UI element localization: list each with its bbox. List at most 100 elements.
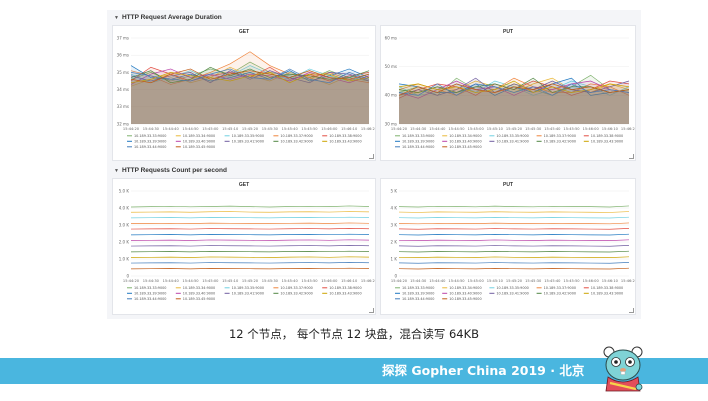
- x-tick-label: 15:44:30: [143, 279, 160, 283]
- panel-duration-put[interactable]: PUT 60 ms 50 ms 40 ms 30 ms 15:44:20 15:44:30…: [380, 25, 636, 161]
- y-tick-label: 40 ms: [385, 93, 397, 98]
- legend-entry: 10.189.33.42:9000: [544, 140, 576, 144]
- series-line: [130, 216, 370, 219]
- y-tick-label: 1.0 K: [119, 256, 130, 261]
- series-line: [398, 262, 630, 264]
- series-line: [398, 256, 630, 258]
- x-tick-label: 15:45:50: [563, 279, 580, 283]
- legend-entry: 10.189.33.43:9000: [591, 292, 623, 296]
- legend-entry: 10.189.33.37:9000: [280, 286, 312, 290]
- x-tick-label: 15:45:50: [301, 279, 318, 283]
- chart-svg: 5 K 4 K 3 K 2 K 1 K 015:44:20 15:44:30 15:44:40…: [391, 188, 635, 301]
- chart-svg: 60 ms50 ms40 ms30 ms15:44:20 15:44:30 15:4…: [385, 35, 635, 149]
- footer-text: 探探 Gopher China 2019 · 北京: [382, 363, 585, 378]
- y-tick-label: 50 ms: [385, 64, 397, 69]
- y-tick-label: 33 ms: [117, 104, 129, 109]
- row-title-duration: HTTP Request Average Duration: [121, 14, 222, 21]
- legend-entry: 10.189.33.35:9000: [232, 286, 264, 290]
- legend-entry: 10.189.33.39:9000: [134, 140, 166, 144]
- x-tick-label: 15:46:10: [602, 279, 619, 283]
- x-tick-label: 15:46:00: [321, 279, 338, 283]
- row-title-count: HTTP Requests Count per second: [121, 167, 227, 174]
- chevron-down-icon[interactable]: ▼: [114, 15, 119, 21]
- chevron-down-icon[interactable]: ▼: [114, 168, 119, 174]
- y-tick-label: 2.0 K: [119, 239, 130, 244]
- x-tick-label: 15:46:20: [361, 279, 375, 283]
- legend-entry: 10.189.33.42:9000: [544, 292, 576, 296]
- y-tick-label: 32 ms: [117, 121, 129, 126]
- legend-entry: 10.189.33.38:9000: [329, 286, 361, 290]
- x-tick-label: 15:46:20: [621, 279, 635, 283]
- legend-entry: 10.189.33.41:9000: [496, 292, 528, 296]
- x-tick-label: 15:45:00: [202, 279, 219, 283]
- y-tick-label: 5 K: [391, 188, 398, 193]
- series-line: [130, 211, 370, 213]
- legend-entry: 10.189.33.39:9000: [134, 292, 166, 296]
- panel-duration-get[interactable]: GET 37 ms 36 ms 35 ms 34 ms 33 ms 32 ms 15:44:…: [112, 25, 376, 161]
- series-line: [130, 205, 370, 208]
- x-tick-label: 15:46:00: [583, 127, 600, 131]
- legend-entry: 10.189.33.35:9000: [232, 134, 264, 138]
- y-tick-label: 2 K: [391, 239, 398, 244]
- row-header-duration[interactable]: ▼ HTTP Request Average Duration: [114, 14, 222, 21]
- x-tick-label: 15:45:40: [282, 279, 299, 283]
- legend-entry: 10.189.33.41:9000: [232, 140, 264, 144]
- legend-entry: 10.189.33.41:9000: [232, 292, 264, 296]
- y-tick-label: 35 ms: [117, 70, 129, 75]
- x-tick-label: 15:44:30: [143, 127, 160, 131]
- y-tick-label: 3.0 K: [119, 222, 130, 227]
- x-tick-label: 15:45:30: [262, 279, 279, 283]
- y-tick-label: 34 ms: [117, 87, 129, 92]
- x-tick-label: 15:45:10: [487, 279, 504, 283]
- legend-entry: 10.189.33.45:9000: [449, 145, 481, 149]
- x-tick-label: 15:45:00: [468, 279, 485, 283]
- x-tick-label: 15:45:30: [525, 279, 542, 283]
- x-tick-label: 15:46:00: [321, 127, 338, 131]
- y-tick-label: 5.0 K: [119, 188, 130, 193]
- x-tick-label: 15:45:30: [262, 127, 279, 131]
- legend-entry: 10.189.33.34:9000: [183, 134, 215, 138]
- legend-entry: 10.189.33.44:9000: [402, 145, 434, 149]
- legend-entry: 10.189.33.33:9000: [134, 286, 166, 290]
- x-tick-label: 15:45:30: [525, 127, 542, 131]
- chart-svg: 37 ms36 ms35 ms34 ms33 ms32 ms15:44:20 15…: [117, 35, 375, 149]
- legend-entry: 10.189.33.44:9000: [134, 145, 166, 149]
- x-tick-label: 15:45:20: [242, 279, 259, 283]
- y-tick-label: 3 K: [391, 222, 398, 227]
- y-tick-label: 60 ms: [385, 35, 397, 40]
- slide-caption: 12 个节点， 每个节点 12 块盘，混合读写 64KB: [228, 327, 480, 341]
- legend-entry: 10.189.33.34:9000: [449, 286, 481, 290]
- x-tick-label: 15:44:40: [429, 127, 446, 131]
- legend-entry: 10.189.33.40:9000: [449, 292, 481, 296]
- series-line: [398, 245, 630, 247]
- x-tick-label: 15:45:50: [563, 127, 580, 131]
- x-tick-label: 15:45:10: [487, 127, 504, 131]
- x-tick-label: 15:44:50: [182, 127, 199, 131]
- x-tick-label: 15:45:00: [202, 127, 219, 131]
- series-line: [398, 233, 630, 236]
- x-tick-label: 15:45:40: [544, 279, 561, 283]
- y-tick-label: 4 K: [391, 205, 398, 210]
- x-tick-label: 15:45:00: [468, 127, 485, 131]
- x-tick-label: 15:46:10: [341, 279, 358, 283]
- legend-entry: 10.189.33.45:9000: [449, 297, 481, 301]
- legend-entry: 10.189.33.35:9000: [496, 286, 528, 290]
- y-tick-label: 30 ms: [385, 121, 397, 126]
- panel-count-put[interactable]: PUT 5 K4 K3 K2 K1 K 0 15:44:20 15:44:30 15:4…: [380, 178, 636, 315]
- x-tick-label: 15:44:30: [410, 279, 427, 283]
- x-tick-label: 15:45:40: [544, 127, 561, 131]
- x-tick-label: 15:44:50: [448, 279, 465, 283]
- legend-entry: 10.189.33.43:9000: [591, 140, 623, 144]
- x-tick-label: 15:45:10: [222, 279, 239, 283]
- y-tick-label: 1 K: [391, 256, 398, 261]
- legend-entry: 10.189.33.40:9000: [183, 140, 215, 144]
- y-tick-label: 0: [126, 273, 129, 278]
- legend-entry: 10.189.33.40:9000: [183, 292, 215, 296]
- row-header-count[interactable]: ▼ HTTP Requests Count per second: [114, 167, 227, 174]
- x-tick-label: 15:46:20: [621, 127, 635, 131]
- panel-count-get[interactable]: GET 5.0 K 4.0 K 3.0 K 2.0 K 1.0 K 0 15:44:20 15…: [112, 178, 376, 315]
- x-tick-label: 15:44:40: [163, 127, 180, 131]
- x-tick-label: 15:44:20: [391, 279, 408, 283]
- x-tick-label: 15:46:10: [602, 127, 619, 131]
- series-line: [130, 239, 370, 241]
